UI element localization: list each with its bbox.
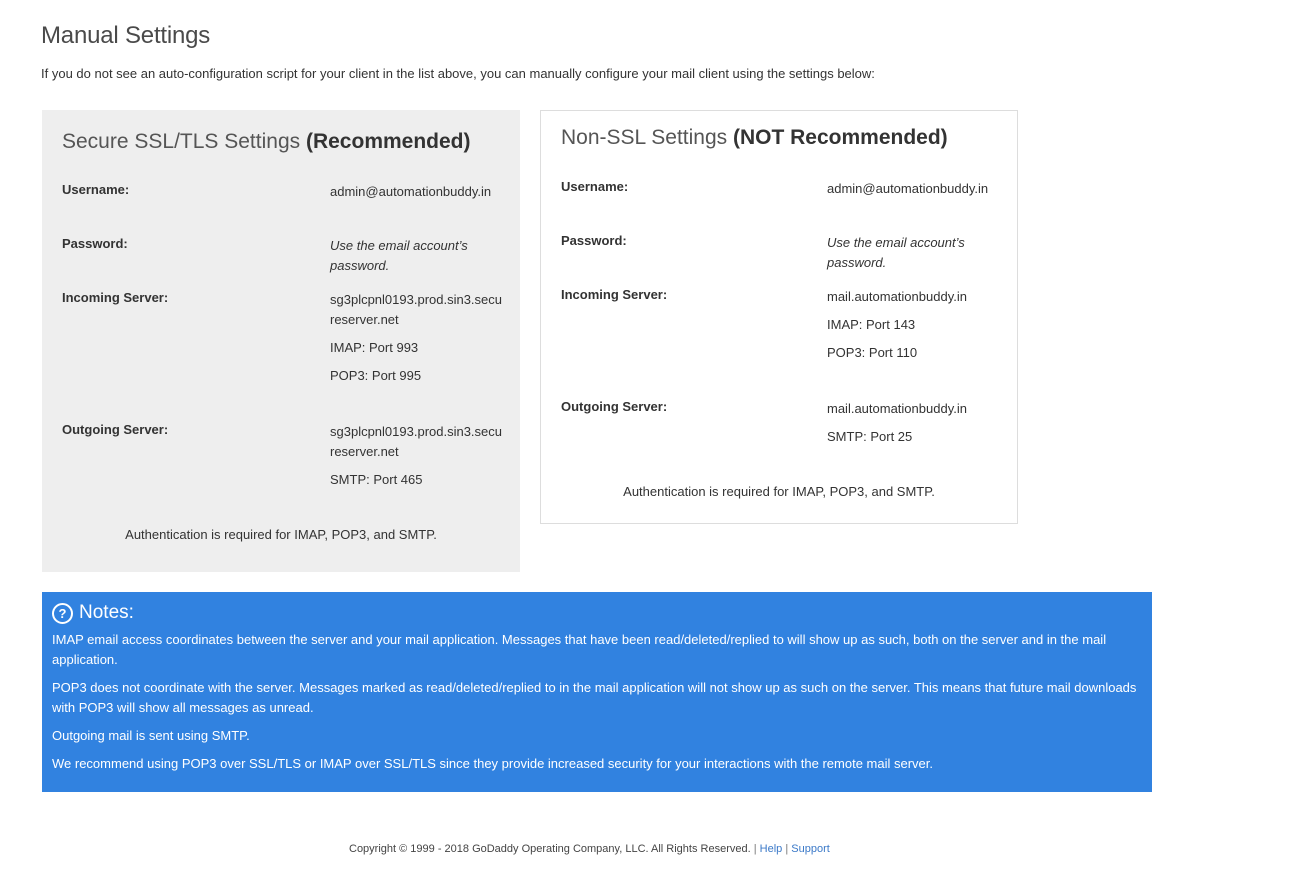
ssl-imap-port: IMAP: Port 993: [330, 340, 419, 355]
notes-header: ? Notes:: [52, 602, 1142, 624]
page-title: Manual Settings: [41, 22, 211, 49]
ssl-password-value: Use the email account’s password.: [330, 238, 468, 273]
ssl-incoming-value: sg3plcpnl0193.prod.sin3.secureserver.net…: [330, 290, 502, 386]
nonssl-password-label: Password:: [561, 233, 627, 248]
ssl-settings-panel: Secure SSL/TLS Settings (Recommended) Us…: [42, 110, 520, 572]
nonssl-outgoing-label: Outgoing Server:: [561, 399, 668, 414]
nonssl-settings-panel: Non-SSL Settings (NOT Recommended) Usern…: [540, 110, 1018, 524]
notes-box: ? Notes: IMAP email access coordinates b…: [42, 592, 1152, 792]
ssl-outgoing-value: sg3plcpnl0193.prod.sin3.secureserver.net…: [330, 422, 502, 490]
ssl-incoming-label: Incoming Server:: [62, 290, 169, 305]
nonssl-incoming-label: Incoming Server:: [561, 287, 668, 302]
footer-separator: |: [753, 843, 757, 855]
ssl-password-label: Password:: [62, 236, 128, 251]
footer-support-link[interactable]: Support: [791, 843, 830, 855]
nonssl-outgoing-value: mail.automationbuddy.in SMTP: Port 25: [827, 399, 999, 447]
ssl-outgoing-label: Outgoing Server:: [62, 422, 169, 437]
nonssl-incoming-value: mail.automationbuddy.in IMAP: Port 143 P…: [827, 287, 999, 363]
note-recommendation: We recommend using POP3 over SSL/TLS or …: [52, 756, 934, 771]
nonssl-username-value: admin@automationbuddy.in: [827, 181, 989, 196]
notes-title: Notes:: [79, 602, 134, 623]
footer-copyright: Copyright © 1999 - 2018 GoDaddy Operatin…: [349, 843, 751, 855]
note-imap: IMAP email access coordinates between th…: [52, 632, 1107, 667]
nonssl-auth-note: Authentication is required for IMAP, POP…: [623, 484, 935, 499]
nonssl-password-value: Use the email account’s password.: [827, 235, 965, 270]
ssl-smtp-port: SMTP: Port 465: [330, 472, 423, 487]
ssl-username-label: Username:: [62, 182, 130, 197]
nonssl-title-bold: (NOT Recommended): [732, 126, 948, 149]
ssl-pop3-port: POP3: Port 995: [330, 368, 422, 383]
nonssl-username-label: Username:: [561, 179, 629, 194]
question-circle-icon: ?: [52, 602, 73, 624]
nonssl-smtp-port: SMTP: Port 25: [827, 429, 913, 444]
nonssl-incoming-host: mail.automationbuddy.in: [827, 289, 967, 304]
intro-text: If you do not see an auto-configuration …: [41, 66, 875, 81]
ssl-panel-title: Secure SSL/TLS Settings (Recommended): [62, 130, 471, 154]
page: Manual Settings If you do not see an aut…: [0, 0, 1308, 877]
note-pop3: POP3 does not coordinate with the server…: [52, 680, 1137, 715]
footer-help-link[interactable]: Help: [760, 843, 783, 855]
ssl-title-bold: (Recommended): [305, 130, 471, 153]
nonssl-outgoing-host: mail.automationbuddy.in: [827, 401, 967, 416]
ssl-incoming-host: sg3plcpnl0193.prod.sin3.secureserver.net: [330, 292, 503, 327]
nonssl-title-light: Non-SSL Settings: [561, 126, 733, 149]
footer: Copyright © 1999 - 2018 GoDaddy Operatin…: [349, 843, 830, 855]
nonssl-pop3-port: POP3: Port 110: [827, 345, 918, 360]
note-smtp: Outgoing mail is sent using SMTP.: [52, 728, 250, 743]
nonssl-panel-title: Non-SSL Settings (NOT Recommended): [561, 126, 948, 150]
nonssl-imap-port: IMAP: Port 143: [827, 317, 916, 332]
ssl-outgoing-host: sg3plcpnl0193.prod.sin3.secureserver.net: [330, 424, 503, 459]
ssl-title-light: Secure SSL/TLS Settings: [62, 130, 306, 153]
footer-separator-2: |: [785, 843, 789, 855]
ssl-auth-note: Authentication is required for IMAP, POP…: [125, 527, 437, 542]
ssl-username-value: admin@automationbuddy.in: [330, 184, 492, 199]
